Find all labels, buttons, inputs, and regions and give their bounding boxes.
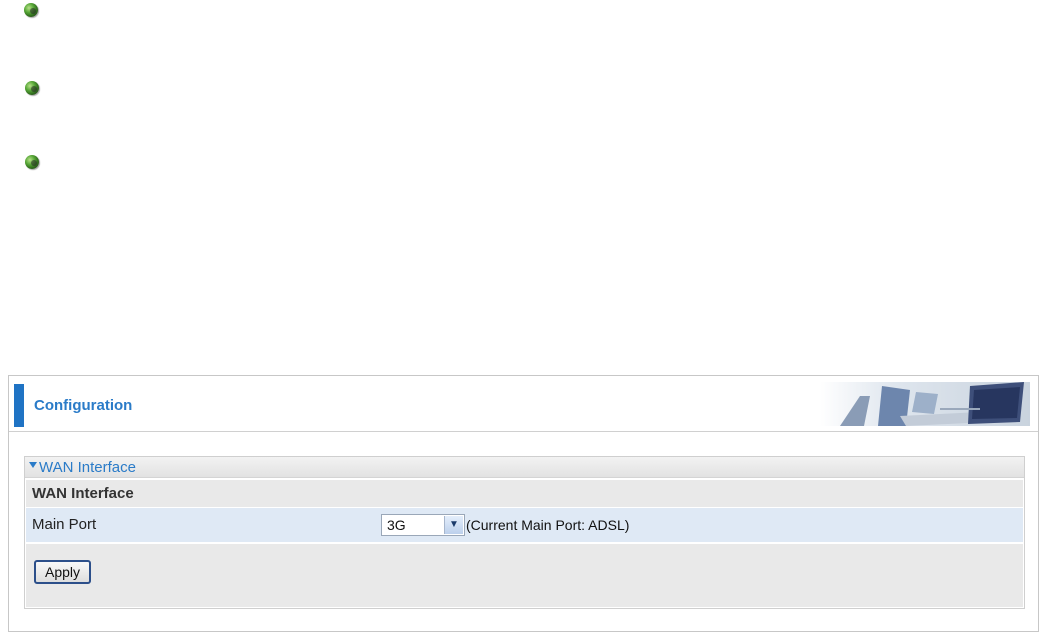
actions-row: Apply — [26, 544, 1023, 607]
page-title: Configuration — [34, 397, 133, 414]
bullet-icon — [24, 3, 38, 17]
current-main-port-note: (Current Main Port: ADSL) — [466, 517, 630, 533]
accent-bar — [14, 384, 24, 427]
configuration-panel: Configuration WAN Interface WAN Interfac… — [8, 375, 1039, 632]
section-title: WAN Interface — [39, 459, 136, 476]
bullet-icon — [25, 155, 39, 169]
section-header[interactable]: WAN Interface — [25, 457, 1024, 478]
main-port-select[interactable]: 3G ▼ — [381, 514, 465, 536]
main-port-selected-value: 3G — [387, 517, 406, 533]
office-banner-image — [820, 382, 1030, 426]
subheading-row: WAN Interface — [26, 480, 1023, 507]
bullet-icon — [25, 81, 39, 95]
collapse-triangle-icon[interactable] — [29, 462, 37, 468]
wan-interface-section: WAN Interface WAN Interface Main Port 3G… — [24, 456, 1025, 609]
subheading-label: WAN Interface — [32, 485, 134, 502]
panel-header: Configuration — [9, 376, 1038, 432]
apply-button[interactable]: Apply — [34, 560, 91, 584]
chevron-down-icon[interactable]: ▼ — [444, 516, 463, 534]
main-port-label: Main Port — [32, 516, 97, 533]
main-port-row: Main Port 3G ▼ (Current Main Port: ADSL) — [26, 508, 1023, 542]
